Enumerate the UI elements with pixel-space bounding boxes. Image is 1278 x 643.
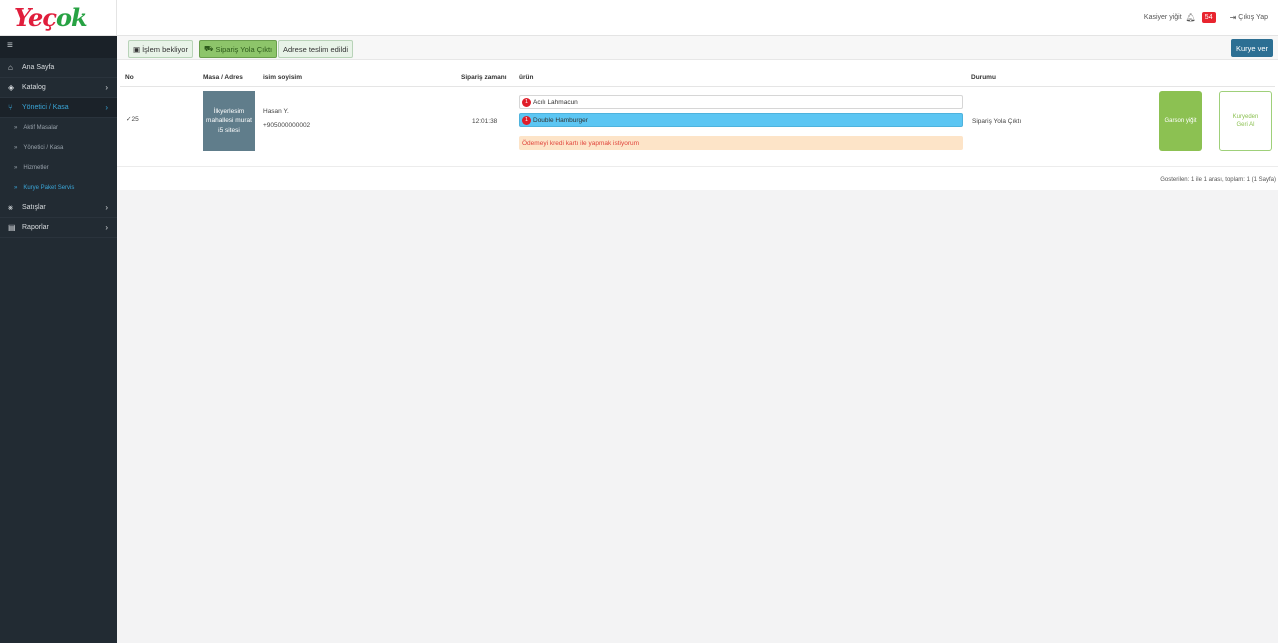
double-chevron-icon: » bbox=[14, 125, 18, 131]
filter-toolbar: ▣ İşlem bekliyor ⛟ Sipariş Yola Çıktı Ad… bbox=[117, 36, 1278, 60]
user-area: Kasiyer yiğit 🔔︎ 54 ⇥ Çıkış Yap bbox=[1144, 12, 1268, 23]
logout-link[interactable]: Çıkış Yap bbox=[1238, 14, 1268, 21]
notification-badge[interactable]: 54 bbox=[1201, 12, 1216, 23]
product-item[interactable]: 1 Acılı Lahmacun bbox=[519, 95, 963, 109]
sidebar-item-sales[interactable]: ⨳ Satışlar › bbox=[0, 198, 117, 218]
chevron-right-icon: › bbox=[105, 203, 108, 212]
sidebar-subitem-label: Yönetici / Kasa bbox=[23, 145, 64, 151]
quantity-badge: 1 bbox=[522, 97, 531, 107]
home-icon: ⌂ bbox=[8, 63, 13, 72]
chevron-right-icon: › bbox=[105, 103, 108, 112]
sidebar-item-label: Satışlar bbox=[22, 204, 46, 211]
address-box[interactable]: İlkyerlesim mahallesi murat i5 sitesi bbox=[203, 91, 255, 151]
double-chevron-icon: » bbox=[14, 165, 18, 171]
logo-part-3: ok bbox=[55, 3, 88, 32]
sidebar-subitem-label: Kurye Paket Servis bbox=[23, 185, 75, 191]
double-chevron-icon: » bbox=[14, 185, 18, 191]
sidebar-item-reports[interactable]: ▤ Raporlar › bbox=[0, 218, 117, 238]
logout-icon[interactable]: ⇥ bbox=[1230, 13, 1237, 22]
sidebar-item-label: Raporlar bbox=[22, 224, 49, 231]
header-time: Sipariş zamanı bbox=[461, 74, 507, 81]
order-number: 25 bbox=[131, 116, 139, 123]
header-no: No bbox=[125, 74, 134, 81]
sidebar-item-home[interactable]: ⌂ Ana Sayfa bbox=[0, 58, 117, 78]
order-time: 12:01:38 bbox=[472, 118, 498, 125]
customer-name: Hasan Y. bbox=[263, 108, 289, 115]
bell-icon[interactable]: 🔔︎ bbox=[1186, 13, 1196, 22]
tab-label: İşlem bekliyor bbox=[142, 44, 188, 54]
customer-phone: +905000000002 bbox=[263, 122, 311, 129]
sidebar-subitem-label: Hizmetler bbox=[23, 165, 49, 171]
logo-part-1: Ye bbox=[14, 3, 43, 32]
product-item[interactable]: 1 Double Hamburger bbox=[519, 113, 963, 127]
return-label-2: Geri Al bbox=[1236, 122, 1255, 128]
return-label-1: Kuryeden bbox=[1232, 113, 1259, 120]
tag-icon: ◈ bbox=[8, 83, 15, 92]
sidebar: ≡ ⌂ Ana Sayfa ◈ Katalog › ⑂ Yönetici / K… bbox=[0, 36, 117, 643]
main-content: ▣ İşlem bekliyor ⛟ Sipariş Yola Çıktı Ad… bbox=[117, 36, 1278, 643]
sidebar-item-label: Katalog bbox=[22, 84, 46, 91]
file-icon: ▤ bbox=[8, 223, 16, 232]
double-chevron-icon: » bbox=[14, 145, 18, 151]
order-note: Ödemeyi kredi kartı ile yapmak istiyorum bbox=[519, 136, 963, 150]
sidebar-subitem-services[interactable]: » Hizmetler bbox=[0, 158, 117, 178]
sidebar-item-label: Ana Sayfa bbox=[22, 64, 55, 71]
sidebar-item-manager[interactable]: ⑂ Yönetici / Kasa › bbox=[0, 98, 117, 118]
return-from-courier-button[interactable]: Kuryeden Geri Al bbox=[1219, 91, 1272, 151]
sidebar-subitem-manager[interactable]: » Yönetici / Kasa bbox=[0, 138, 117, 158]
utensils-icon: ⑂ bbox=[8, 103, 13, 112]
cart-icon: ⨳ bbox=[8, 202, 13, 212]
sidebar-subitem-label: Aktif Masalar bbox=[23, 125, 59, 131]
sidebar-subitem-active-tables[interactable]: » Aktif Masalar bbox=[0, 118, 117, 138]
tab-pending[interactable]: ▣ İşlem bekliyor bbox=[128, 40, 193, 58]
header-address: Masa / Adres bbox=[203, 74, 243, 81]
order-status: Sipariş Yola Çıktı bbox=[972, 118, 1022, 125]
chevron-right-icon: › bbox=[105, 83, 108, 92]
tab-delivered[interactable]: Adrese teslim edildi bbox=[278, 40, 354, 58]
tab-on-the-way[interactable]: ⛟ Sipariş Yola Çıktı bbox=[199, 40, 278, 58]
header-status: Durumu bbox=[971, 74, 996, 81]
courier-button[interactable]: Garson yiğit bbox=[1159, 91, 1202, 151]
car-icon: ⛟ bbox=[204, 44, 214, 53]
header-name: isim soyisim bbox=[263, 74, 303, 81]
assign-courier-button[interactable]: Kurye ver bbox=[1231, 39, 1273, 57]
tab-label: Sipariş Yola Çıktı bbox=[215, 44, 273, 54]
logo-part-2: ç bbox=[42, 3, 57, 32]
pagination-info: Gosterilen: 1 ile 1 arası, toplam: 1 (1 … bbox=[1160, 177, 1276, 183]
sidebar-item-catalog[interactable]: ◈ Katalog › bbox=[0, 78, 117, 98]
table-footer bbox=[117, 166, 1278, 190]
chevron-right-icon: › bbox=[105, 223, 108, 232]
id-card-icon: ▣ bbox=[133, 44, 141, 54]
logo-area: Yeçok bbox=[0, 0, 117, 36]
tab-label: Adrese teslim edildi bbox=[283, 44, 349, 54]
product-name: Acılı Lahmacun bbox=[533, 98, 578, 106]
divider bbox=[120, 86, 1275, 87]
product-name: Double Hamburger bbox=[533, 116, 588, 124]
quantity-badge: 1 bbox=[522, 115, 531, 125]
sidebar-item-label: Yönetici / Kasa bbox=[22, 104, 69, 111]
header-product: ürün bbox=[519, 74, 534, 81]
top-bar: Yeçok Kasiyer yiğit 🔔︎ 54 ⇥ Çıkış Yap bbox=[0, 0, 1278, 36]
logo[interactable]: Yeçok bbox=[14, 3, 88, 32]
menu-toggle-icon[interactable]: ≡ bbox=[0, 36, 117, 58]
sidebar-subitem-courier[interactable]: » Kurye Paket Servis bbox=[0, 178, 117, 198]
row-no: ✓25 bbox=[126, 115, 139, 123]
user-name[interactable]: Kasiyer yiğit bbox=[1144, 14, 1182, 21]
